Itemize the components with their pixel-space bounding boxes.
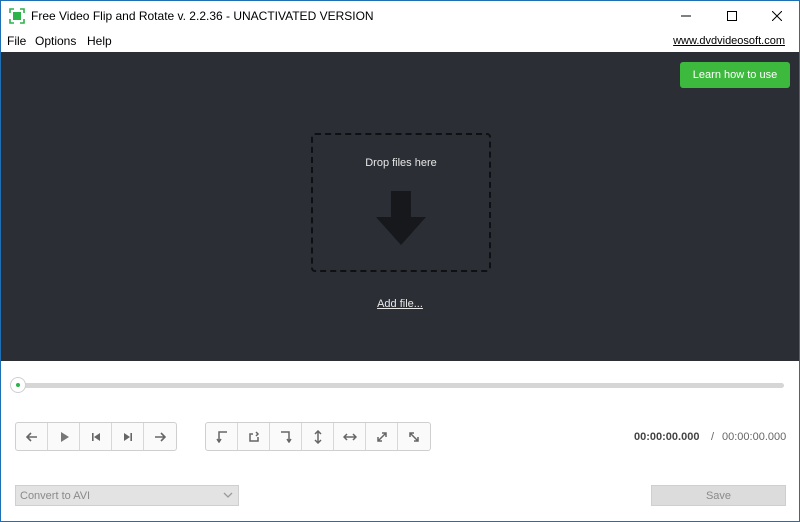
website-link[interactable]: www.dvdvideosoft.com bbox=[673, 35, 785, 47]
timeline-handle-dot bbox=[16, 383, 20, 387]
timeline-track[interactable] bbox=[17, 383, 784, 388]
flip-horizontal-icon bbox=[342, 432, 357, 441]
minimize-icon bbox=[681, 15, 691, 17]
menu-bar: File Options Help www.dvdvideosoft.com bbox=[1, 31, 799, 52]
app-window: Free Video Flip and Rotate v. 2.2.36 - U… bbox=[0, 0, 800, 522]
menu-options[interactable]: Options bbox=[35, 34, 76, 48]
flip-rotate-app-icon bbox=[9, 8, 25, 24]
flip-antidiagonal-button[interactable] bbox=[398, 423, 430, 450]
minimize-button[interactable] bbox=[663, 1, 709, 31]
menu-file[interactable]: File bbox=[7, 34, 26, 48]
save-button[interactable]: Save bbox=[651, 485, 786, 506]
rotate-right-icon bbox=[248, 430, 259, 442]
flip-diagonal-icon bbox=[376, 431, 387, 442]
play-icon bbox=[60, 431, 69, 442]
time-separator: / bbox=[711, 431, 715, 443]
rotate-right-button[interactable] bbox=[238, 423, 270, 450]
rotate-left-button[interactable] bbox=[206, 423, 238, 450]
flip-vertical-icon bbox=[313, 429, 322, 444]
flip-diagonal-button[interactable] bbox=[366, 423, 398, 450]
flip-antidiagonal-icon bbox=[409, 431, 419, 442]
current-time: 00:00:00.000 bbox=[634, 431, 700, 443]
close-button[interactable] bbox=[754, 1, 800, 31]
drop-zone-area[interactable]: Learn how to use Drop files here Add fil… bbox=[1, 52, 799, 361]
playback-controls bbox=[15, 422, 177, 451]
rotate-180-icon bbox=[280, 430, 292, 443]
skip-end-icon bbox=[123, 432, 132, 441]
drop-files-label: Drop files here bbox=[365, 157, 437, 169]
skip-start-button[interactable] bbox=[80, 423, 112, 450]
output-format-select[interactable]: Convert to AVI bbox=[15, 485, 239, 506]
total-time: 00:00:00.000 bbox=[722, 431, 787, 443]
down-arrow-icon bbox=[376, 191, 426, 245]
arrow-left-icon bbox=[25, 431, 37, 442]
title-bar[interactable]: Free Video Flip and Rotate v. 2.2.36 - U… bbox=[1, 1, 799, 31]
learn-how-to-use-button[interactable]: Learn how to use bbox=[680, 62, 790, 88]
flip-horizontal-button[interactable] bbox=[334, 423, 366, 450]
play-button[interactable] bbox=[48, 423, 80, 450]
rotate-left-icon bbox=[215, 430, 227, 443]
menu-help[interactable]: Help bbox=[87, 34, 112, 48]
skip-end-button[interactable] bbox=[112, 423, 144, 450]
rotate-flip-controls bbox=[205, 422, 431, 451]
flip-vertical-button[interactable] bbox=[302, 423, 334, 450]
maximize-icon bbox=[727, 11, 737, 21]
add-file-link[interactable]: Add file... bbox=[1, 298, 799, 310]
chevron-down-icon bbox=[223, 492, 233, 498]
window-title: Free Video Flip and Rotate v. 2.2.36 - U… bbox=[31, 9, 374, 23]
close-icon bbox=[772, 11, 782, 21]
maximize-button[interactable] bbox=[709, 1, 755, 31]
timeline-handle[interactable] bbox=[10, 377, 26, 393]
output-format-value: Convert to AVI bbox=[20, 490, 91, 502]
step-forward-button[interactable] bbox=[144, 423, 176, 450]
drop-files-box[interactable]: Drop files here bbox=[311, 133, 491, 272]
step-back-button[interactable] bbox=[16, 423, 48, 450]
arrow-right-icon bbox=[155, 431, 166, 442]
rotate-180-button[interactable] bbox=[270, 423, 302, 450]
skip-start-icon bbox=[91, 432, 100, 441]
